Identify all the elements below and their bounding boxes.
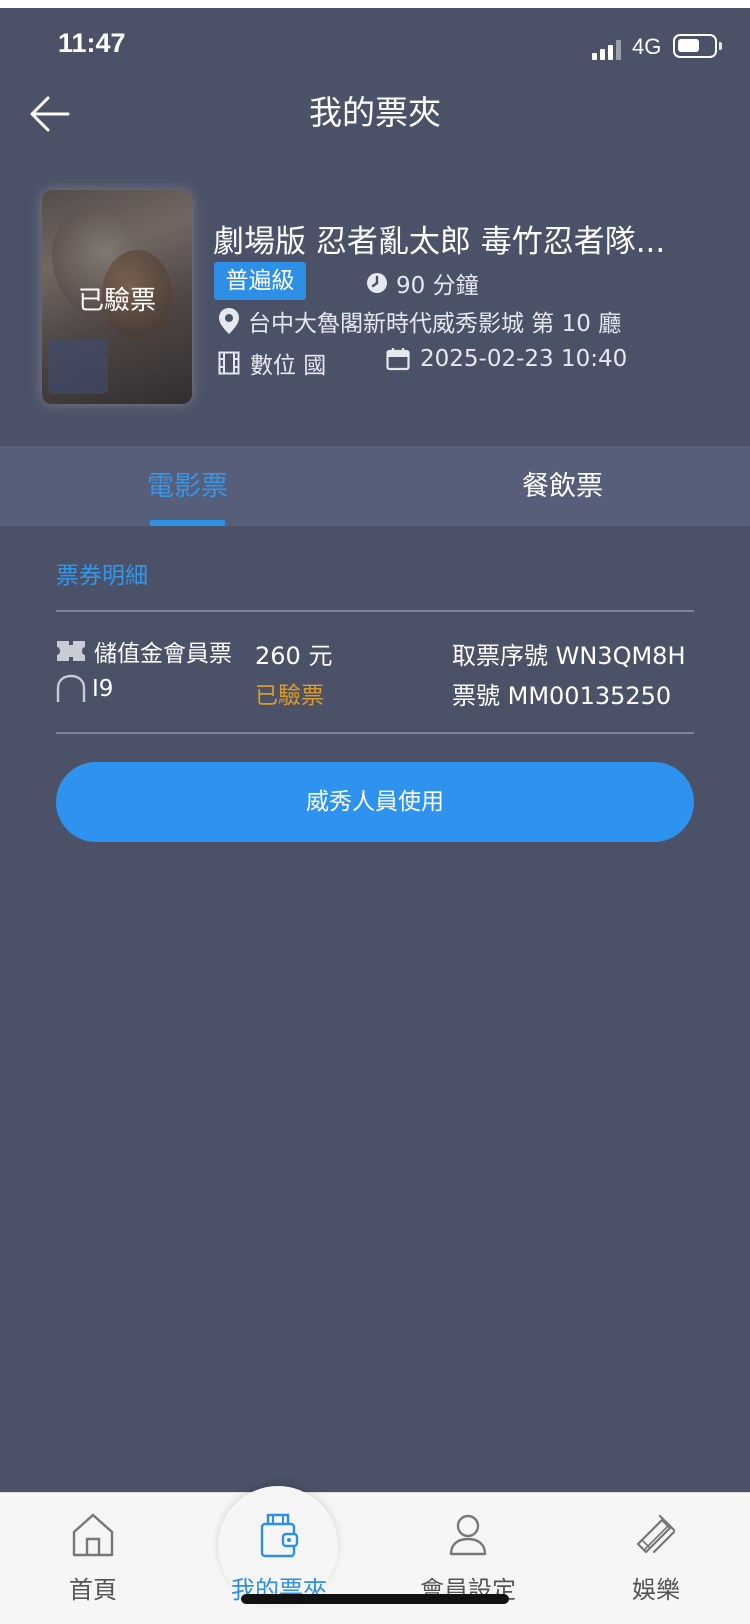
format: 數位 國	[218, 346, 326, 380]
seat-text: I9	[92, 676, 114, 702]
poster-stamp: 已驗票	[77, 286, 156, 316]
rating-badge: 普遍級	[214, 262, 306, 300]
network-label: 4G	[632, 34, 662, 59]
seat: I9	[56, 674, 113, 704]
section-label: 票券明細	[56, 563, 148, 589]
movie-poster: 已驗票	[42, 190, 192, 404]
seat-icon	[56, 674, 86, 702]
user-icon	[449, 1514, 487, 1556]
showtime-text: 2025-02-23 10:40	[420, 346, 628, 372]
nav-my-wallet[interactable]: 我的票夾	[204, 1492, 354, 1624]
calendar-icon	[386, 348, 410, 371]
battery-tip	[719, 42, 722, 50]
tab-movie-ticket[interactable]: 電影票	[0, 446, 375, 526]
format-text: 數位 國	[250, 353, 327, 379]
ticket-price: 260 元	[255, 642, 333, 670]
ticket-number: 票號 MM00135250	[452, 682, 672, 710]
clock-icon	[367, 273, 387, 293]
nav-entertainment[interactable]: 娛樂	[581, 1492, 731, 1624]
location-pin-icon	[219, 308, 239, 334]
ticket-type-text: 儲值金會員票	[94, 641, 232, 667]
entertainment-icon	[636, 1514, 676, 1554]
ticket-type: 儲值金會員票	[56, 634, 232, 668]
active-tab-indicator	[150, 520, 225, 526]
nav-home[interactable]: 首頁	[18, 1492, 168, 1624]
staff-use-button[interactable]: 威秀人員使用	[56, 762, 694, 842]
ticket-icon	[57, 641, 85, 661]
status-bar: 11:47 4G	[0, 8, 750, 88]
nav-member-settings[interactable]: 會員設定	[393, 1492, 543, 1624]
nav-home-label: 首頁	[69, 1576, 117, 1604]
status-time: 11:47	[58, 28, 126, 58]
film-icon	[218, 351, 240, 375]
divider	[56, 610, 694, 612]
ticket-tabs: 電影票 餐飲票	[0, 446, 750, 526]
location-text: 台中大魯閣新時代威秀影城 第 10 廳	[248, 311, 622, 337]
pickup-code: 取票序號 WN3QM8H	[452, 642, 686, 670]
movie-title: 劇場版 忍者亂太郎 毒竹忍者隊...	[213, 224, 666, 260]
home-icon	[72, 1513, 114, 1557]
top-strip	[0, 0, 750, 8]
wallet-icon	[260, 1513, 299, 1558]
nav-entertainment-label: 娛樂	[632, 1576, 680, 1604]
battery-icon	[673, 34, 717, 58]
page-title: 我的票夾	[309, 93, 441, 132]
home-indicator	[241, 1594, 509, 1604]
tab-food-ticket[interactable]: 餐飲票	[375, 446, 750, 526]
signal-icon	[592, 38, 624, 60]
divider	[56, 732, 694, 734]
duration-text: 90 分鐘	[396, 273, 479, 299]
showtime: 2025-02-23 10:40	[386, 346, 627, 372]
location: 台中大魯閣新時代威秀影城 第 10 廳	[218, 304, 621, 338]
ticket-status: 已驗票	[255, 683, 324, 709]
duration: 90 分鐘	[366, 266, 479, 300]
